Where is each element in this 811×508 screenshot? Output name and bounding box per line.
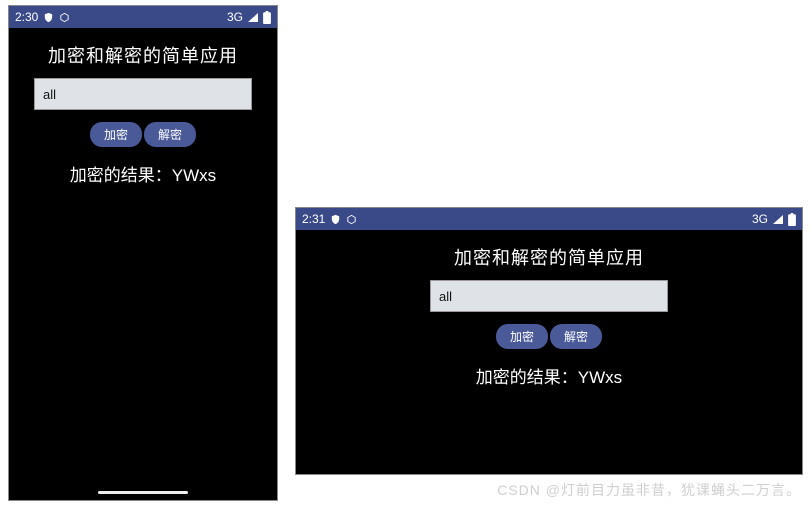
signal-icon <box>247 12 259 22</box>
status-left: 2:30 <box>15 10 70 24</box>
battery-icon <box>263 11 271 24</box>
phone-portrait: 2:30 3G 加密和解密的简单应用 all 加密 解密 加密的结果：YWxs <box>8 5 278 501</box>
watermark-text: CSDN @灯前目力虽非昔，犹课蝇头二万言。 <box>497 480 801 500</box>
result-text: 加密的结果：YWxs <box>70 161 216 186</box>
home-indicator[interactable] <box>98 491 188 494</box>
text-input[interactable]: all <box>34 78 252 110</box>
encrypt-button[interactable]: 加密 <box>496 324 548 349</box>
battery-icon <box>788 213 796 226</box>
app-content: 加密和解密的简单应用 all 加密 解密 加密的结果：YWxs <box>296 230 802 388</box>
status-right: 3G <box>227 10 271 24</box>
result-text: 加密的结果：YWxs <box>476 363 622 388</box>
app-content: 加密和解密的简单应用 all 加密 解密 加密的结果：YWxs <box>9 28 277 186</box>
status-time: 2:31 <box>302 212 325 226</box>
status-network: 3G <box>752 212 768 226</box>
text-input[interactable]: all <box>430 280 668 312</box>
input-value: all <box>439 289 452 304</box>
status-network: 3G <box>227 10 243 24</box>
shield-icon <box>43 12 54 23</box>
decrypt-button[interactable]: 解密 <box>144 122 196 147</box>
cube-icon <box>59 12 70 23</box>
encrypt-button[interactable]: 加密 <box>90 122 142 147</box>
phone-landscape: 2:31 3G 加密和解密的简单应用 all 加密 解密 加密的结果：YWxs <box>295 207 803 475</box>
status-bar: 2:30 3G <box>9 6 277 28</box>
input-value: all <box>43 87 56 102</box>
decrypt-button[interactable]: 解密 <box>550 324 602 349</box>
status-time: 2:30 <box>15 10 38 24</box>
shield-icon <box>330 214 341 225</box>
status-left: 2:31 <box>302 212 357 226</box>
status-right: 3G <box>752 212 796 226</box>
app-title: 加密和解密的简单应用 <box>454 244 644 270</box>
app-title: 加密和解密的简单应用 <box>48 42 238 68</box>
status-bar: 2:31 3G <box>296 208 802 230</box>
cube-icon <box>346 214 357 225</box>
button-row: 加密 解密 <box>496 324 602 349</box>
button-row: 加密 解密 <box>90 122 196 147</box>
signal-icon <box>772 214 784 224</box>
